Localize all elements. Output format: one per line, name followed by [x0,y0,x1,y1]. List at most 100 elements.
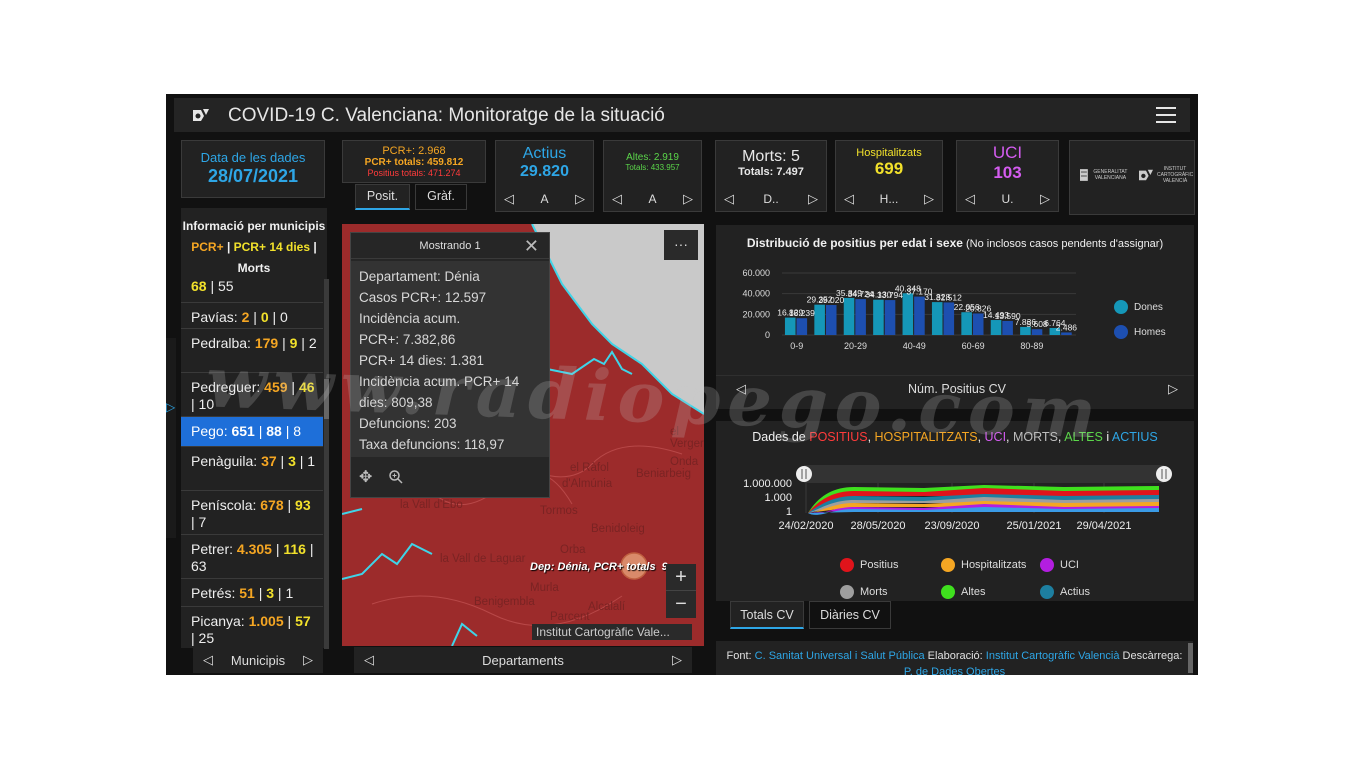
altes-card: Altes: 2.919 Totals: 433.957 ◁ A ▷ [603,140,702,212]
place-label: Beniarbeig [636,468,691,480]
date-value: 28/07/2021 [207,166,299,186]
move-icon[interactable]: ✥ [359,467,372,487]
bar-homes[interactable] [825,305,837,335]
zoom-out-button[interactable]: − [666,591,696,618]
uci-nav: ◁ U. ▷ [965,191,1050,207]
tab-graf[interactable]: Gràf. [415,184,467,210]
legend-homes[interactable]: Homes [1114,325,1166,339]
list-item[interactable]: Petrés: 51 | 3 | 1 [181,578,323,606]
expand-icon[interactable]: ▷ [166,400,175,414]
prev-icon[interactable]: ◁ [844,191,854,207]
legend-morts[interactable]: Morts [840,585,888,599]
bar-dones[interactable] [784,317,796,335]
header-bar: COVID-19 C. Valenciana: Monitoratge de l… [174,98,1190,132]
list-item-selected[interactable]: Pego: 651 | 88 | 8 [181,416,323,446]
bar-data-label: 34.724 [848,289,874,299]
place-label: Orba [560,544,586,556]
more-options-button[interactable]: ··· [664,230,698,260]
prev-icon[interactable]: ◁ [203,652,213,668]
legend-altes[interactable]: Altes [941,585,985,599]
bar-dones[interactable] [843,297,855,335]
list-item[interactable]: 68 | 55 [181,276,323,302]
place-label: Benidoleig [591,523,645,535]
y-tick-label: 60.000 [742,268,770,278]
next-icon[interactable]: ▷ [303,652,313,668]
bar-homes[interactable] [972,313,984,335]
legend-sep: | [310,240,317,254]
prev-icon[interactable]: ◁ [724,191,734,207]
source-link[interactable]: C. Sanitat Universal i Salut Pública [755,650,925,662]
next-icon[interactable]: ▷ [1040,191,1050,207]
bar-dones[interactable] [902,293,914,335]
page-title: COVID-19 C. Valenciana: Monitoratge de l… [228,105,665,126]
bar-homes[interactable] [855,299,866,335]
zoom-in-button[interactable]: + [666,564,696,591]
bar-dones[interactable] [873,299,884,335]
muni-footer: ◁ Municipis ▷ [193,647,323,673]
list-item[interactable]: Picanya: 1.005 | 57 | 25 [181,606,323,648]
list-item[interactable]: Pedralba: 179 | 9 | 2 [181,328,323,372]
bar-homes[interactable] [1061,332,1072,335]
next-icon[interactable]: ▷ [808,191,818,207]
map-tooltip: Dep: Dénia, PCR+ totals9. [530,561,671,573]
date-card: Data de les dades 28/07/2021 [181,140,325,198]
tab-posit[interactable]: Posit. [355,184,410,210]
tab-totals-cv[interactable]: Totals CV [730,601,804,629]
next-icon[interactable]: ▷ [672,652,682,668]
tab-diaries-cv[interactable]: Diàries CV [809,601,891,629]
x-tick-label: 25/01/2021 [1006,520,1061,532]
bar-dones[interactable] [814,304,825,335]
elaboration-link[interactable]: Institut Cartogràfic Valencià [986,650,1120,662]
chart1-footer: ◁ Núm. Positius CV ▷ [716,375,1194,401]
next-icon[interactable]: ▷ [924,191,934,207]
list-item[interactable]: Peníscola: 678 | 93 | 7 [181,490,323,534]
prev-icon[interactable]: ◁ [612,191,622,207]
prev-icon[interactable]: ◁ [736,381,746,397]
x-tick-label: 23/09/2020 [924,520,979,532]
bar-dones[interactable] [961,312,972,335]
legend-uci[interactable]: UCI [1040,558,1079,572]
bar-homes[interactable] [1002,320,1013,335]
bar-homes[interactable] [796,318,808,335]
legend-hosp[interactable]: Hospitalitzats [941,558,1026,572]
icv-logo-text: INSTITUT CARTOGRÀFIC VALENCIÀ [1157,166,1194,184]
list-item[interactable]: Petrer: 4.305 | 116 | 63 [181,534,323,578]
bar-homes[interactable] [884,300,896,335]
legend-positius[interactable]: Positius [840,558,899,572]
prev-icon[interactable]: ◁ [504,191,514,207]
bar-data-label: 20.826 [965,303,991,313]
icv-logo-icon [193,109,209,121]
next-icon[interactable]: ▷ [683,191,693,207]
menu-icon[interactable] [1156,107,1176,124]
bar-homes[interactable] [1031,329,1043,335]
legend-actius[interactable]: Actius [1040,585,1090,599]
map-footer: ◁ Departaments ▷ [354,647,692,673]
altes-daily: Altes: 2.919 [626,152,679,163]
next-icon[interactable]: ▷ [1168,381,1178,397]
legend-swatch [1114,325,1128,339]
bar-homes[interactable] [914,296,925,335]
bar-dones[interactable] [931,302,943,335]
prev-icon[interactable]: ◁ [364,652,374,668]
list-item[interactable]: Pedreguer: 459 | 46 | 10 [181,372,323,416]
next-icon[interactable]: ▷ [575,191,585,207]
bar-homes[interactable] [943,302,955,335]
download-link[interactable]: P. de Dades Obertes [904,666,1005,675]
list-item[interactable]: Penàguila: 37 | 3 | 1 [181,446,323,490]
legend-swatch [1114,300,1128,314]
legend-dones[interactable]: Dones [1114,300,1163,314]
zoom-to-icon[interactable] [388,469,404,485]
close-icon[interactable]: ✕ [524,233,539,259]
x-tick-label: 60-69 [962,341,985,351]
place-label: d'Almúnia [562,478,613,490]
actius-card: Actius 29.820 ◁ A ▷ [495,140,594,212]
side-collapse-handle[interactable]: ▷ [166,338,176,538]
muni-scrollbar[interactable] [324,279,329,649]
time-slider-handle[interactable] [796,466,812,482]
time-slider-handle[interactable] [1156,466,1172,482]
source-scrollbar[interactable] [1188,643,1193,673]
list-item[interactable]: Pavías: 2 | 0 | 0 [181,302,323,328]
time-slider-track[interactable] [804,465,1164,483]
bar-dones[interactable] [990,320,1002,335]
prev-icon[interactable]: ◁ [965,191,975,207]
